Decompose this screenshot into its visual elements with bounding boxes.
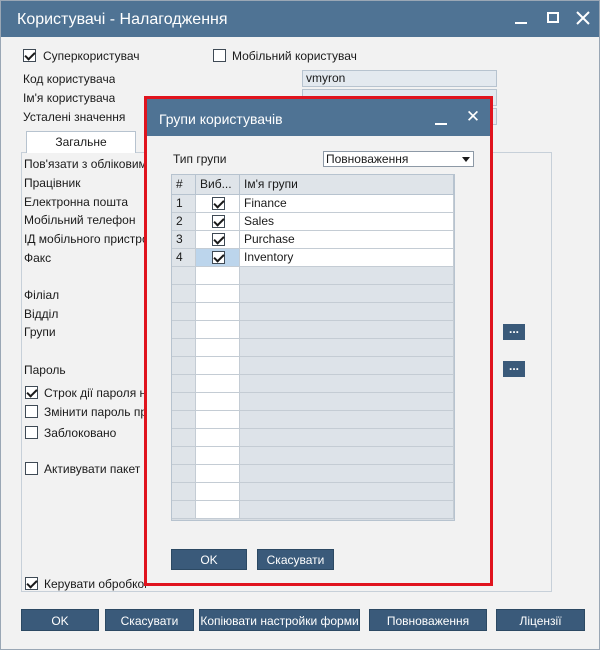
empty-row[interactable] <box>172 375 454 393</box>
link-to-account-label: Пов'язати з обліковим <box>24 157 146 171</box>
password-never-expires-label: Строк дії пароля не <box>44 386 146 400</box>
chevron-down-icon <box>462 157 470 162</box>
password-label: Пароль <box>24 363 66 377</box>
column-header-group-name[interactable]: Ім'я групи <box>240 175 454 195</box>
empty-row[interactable] <box>172 447 454 465</box>
copy-form-settings-button[interactable]: Копіювати настройки форми <box>199 609 360 631</box>
table-row[interactable]: 2 Sales <box>172 213 454 231</box>
maximize-icon[interactable] <box>542 7 564 29</box>
empty-row[interactable] <box>172 357 454 375</box>
employee-label: Працівник <box>24 176 81 190</box>
window-titlebar[interactable]: Користувачі - Налагодження <box>1 1 599 37</box>
dialog-titlebar[interactable]: Групи користувачів ✕ <box>147 99 490 136</box>
manage-processing-checkbox[interactable] <box>25 577 38 590</box>
row-selected-checkbox[interactable] <box>212 215 225 228</box>
locked-label: Заблоковано <box>44 426 117 440</box>
row-number: 2 <box>172 213 196 231</box>
row-selected-cell[interactable] <box>196 195 240 213</box>
user-code-label: Код користувача <box>23 72 116 86</box>
dialog-ok-button[interactable]: OK <box>171 549 247 570</box>
mobile-user-checkbox[interactable] <box>213 49 226 62</box>
authorizations-button[interactable]: Повноваження <box>369 609 487 631</box>
window-title: Користувачі - Налагодження <box>17 11 228 28</box>
mobile-device-id-label: ІД мобільного пристрою <box>24 232 146 246</box>
department-label: Відділ <box>24 307 59 321</box>
row-group-name: Purchase <box>240 231 454 249</box>
branch-label: Філіал <box>24 288 60 302</box>
row-number: 3 <box>172 231 196 249</box>
password-never-expires-checkbox[interactable] <box>25 386 38 399</box>
empty-row[interactable] <box>172 285 454 303</box>
close-icon[interactable] <box>572 7 594 29</box>
mobile-user-label: Мобільний користувач <box>232 49 357 63</box>
row-selected-checkbox[interactable] <box>212 197 225 210</box>
password-browse-button[interactable]: ... <box>503 360 525 377</box>
column-header-selected[interactable]: Виб... <box>196 175 240 195</box>
user-code-field[interactable]: vmyron <box>302 70 497 87</box>
groups-table: # Виб... Ім'я групи 1 Finance 2 Sales 3 … <box>171 174 455 521</box>
manage-processing-label: Керувати обробкою <box>44 577 146 591</box>
empty-row[interactable] <box>172 483 454 501</box>
licenses-button[interactable]: Ліцензії <box>496 609 585 631</box>
row-group-name: Inventory <box>240 249 454 267</box>
row-number: 4 <box>172 249 196 267</box>
empty-row[interactable] <box>172 303 454 321</box>
empty-row[interactable] <box>172 321 454 339</box>
row-number: 1 <box>172 195 196 213</box>
empty-row[interactable] <box>172 267 454 285</box>
locked-checkbox[interactable] <box>25 426 38 439</box>
superuser-label: Суперкористувач <box>43 49 140 63</box>
empty-row[interactable] <box>172 501 454 519</box>
mobile-phone-label: Мобільний телефон <box>24 213 136 227</box>
table-row[interactable]: 4 Inventory <box>172 249 454 267</box>
group-type-label: Тип групи <box>173 152 227 166</box>
user-groups-dialog: Групи користувачів ✕ Тип групи Повноваже… <box>144 96 493 586</box>
superuser-checkbox[interactable] <box>23 49 36 62</box>
change-password-label: Змінити пароль при <box>44 405 146 419</box>
empty-row[interactable] <box>172 393 454 411</box>
cancel-button[interactable]: Скасувати <box>105 609 194 631</box>
empty-row[interactable] <box>172 465 454 483</box>
row-selected-checkbox[interactable] <box>212 233 225 246</box>
activate-package-label: Активувати пакет <box>44 462 141 476</box>
close-icon[interactable]: ✕ <box>463 108 483 126</box>
table-row[interactable]: 3 Purchase <box>172 231 454 249</box>
group-type-value: Повноваження <box>326 152 409 166</box>
email-label: Електронна пошта <box>24 195 129 209</box>
activate-package-checkbox[interactable] <box>25 462 38 475</box>
dialog-cancel-button[interactable]: Скасувати <box>257 549 334 570</box>
change-password-checkbox[interactable] <box>25 405 38 418</box>
dialog-title: Групи користувачів <box>159 111 283 127</box>
groups-browse-button[interactable]: ... <box>503 323 525 340</box>
empty-row[interactable] <box>172 411 454 429</box>
row-selected-checkbox[interactable] <box>212 251 225 264</box>
minimize-icon[interactable] <box>435 123 447 125</box>
empty-row[interactable] <box>172 429 454 447</box>
column-header-number: # <box>172 175 196 195</box>
fax-label: Факс <box>24 251 52 265</box>
row-group-name: Sales <box>240 213 454 231</box>
empty-row[interactable] <box>172 339 454 357</box>
group-type-select[interactable]: Повноваження <box>323 151 474 167</box>
row-selected-cell[interactable] <box>196 249 240 267</box>
tab-general[interactable]: Загальне <box>26 131 136 153</box>
defaults-label: Усталені значення <box>23 110 126 124</box>
user-name-label: Ім'я користувача <box>23 91 116 105</box>
row-group-name: Finance <box>240 195 454 213</box>
ok-button[interactable]: OK <box>21 609 99 631</box>
row-selected-cell[interactable] <box>196 231 240 249</box>
row-selected-cell[interactable] <box>196 213 240 231</box>
minimize-icon[interactable] <box>510 7 532 29</box>
groups-label: Групи <box>24 325 56 339</box>
table-row[interactable]: 1 Finance <box>172 195 454 213</box>
